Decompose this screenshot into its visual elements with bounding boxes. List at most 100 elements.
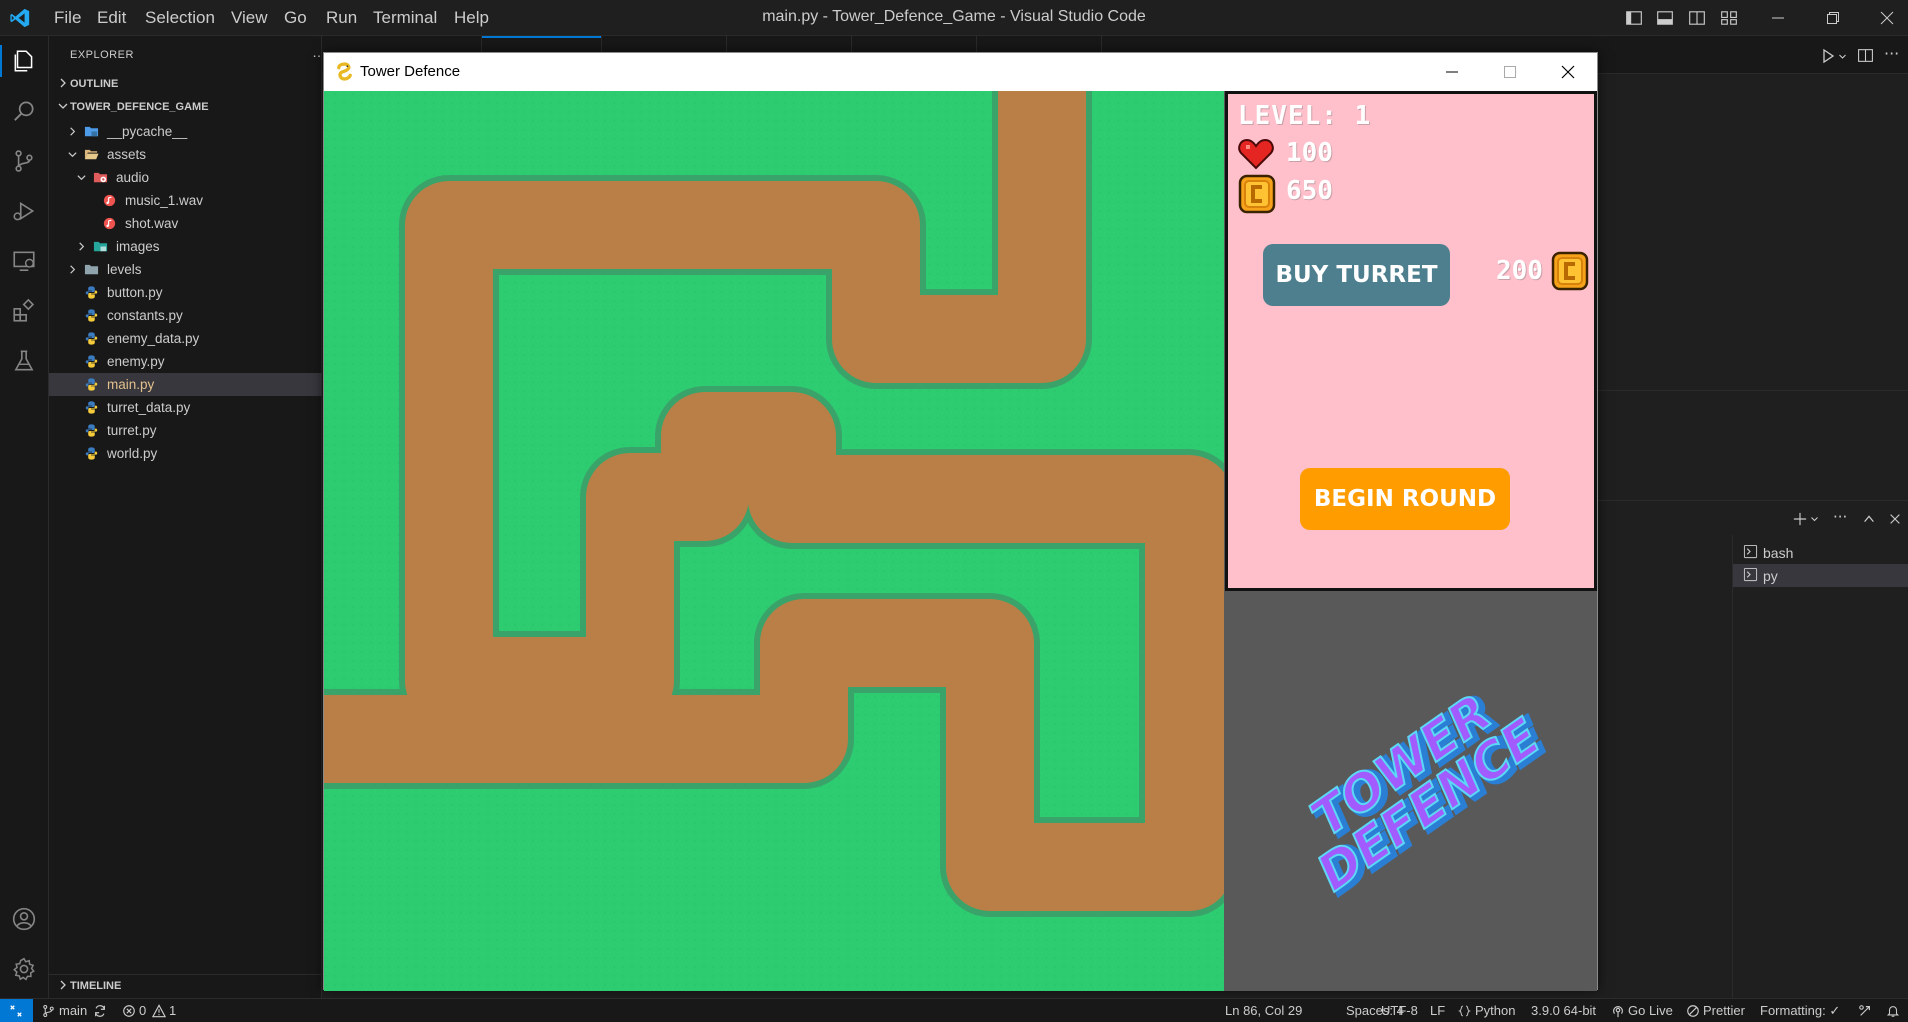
close-panel-icon[interactable]: [1888, 512, 1902, 526]
close-icon[interactable]: [1879, 10, 1895, 26]
sync-icon[interactable]: [93, 1004, 107, 1018]
status-bar: main 0 1 Ln 86, Col 29 Spaces: 4 UTF-8 L…: [0, 998, 1908, 1022]
feedback-icon[interactable]: [1858, 1004, 1872, 1018]
tree-item-audio[interactable]: audio: [49, 166, 322, 189]
tree-item-music[interactable]: music_1.wav: [49, 189, 322, 212]
terminal-name: bash: [1763, 545, 1794, 561]
tree-item-label: assets: [107, 147, 147, 162]
customize-layout-icon[interactable]: [1720, 9, 1738, 27]
python-file-icon: [85, 332, 98, 345]
accounts-icon[interactable]: [11, 906, 37, 932]
toggle-primary-sidebar-icon[interactable]: [1625, 9, 1643, 27]
close-icon[interactable]: [1560, 64, 1576, 80]
tree-item-label: __pycache__: [107, 124, 188, 139]
tree-item-main-py[interactable]: main.py: [49, 373, 322, 396]
new-terminal-icon[interactable]: [1793, 512, 1807, 526]
python-interpreter[interactable]: 3.9.0 64-bit: [1531, 1003, 1596, 1018]
game-map[interactable]: [324, 91, 1224, 991]
tree-item-pycache[interactable]: __pycache__: [49, 120, 322, 143]
tree-item-levels[interactable]: levels: [49, 258, 322, 281]
tree-item-world-py[interactable]: world.py: [49, 442, 322, 465]
chevron-down-icon: [68, 152, 77, 158]
maximize-panel-icon[interactable]: [1862, 512, 1876, 526]
menu-file[interactable]: File: [54, 8, 81, 28]
run-debug-icon[interactable]: [11, 198, 37, 224]
cursor-position[interactable]: Ln 86, Col 29: [1225, 1003, 1302, 1018]
info-panel: LEVEL: 1 100 650 BUY TURRET 200 BEGIN RO…: [1225, 91, 1597, 591]
turret-cost-text: 200: [1496, 256, 1543, 286]
toggle-panel-icon[interactable]: [1656, 9, 1674, 27]
language-mode[interactable]: Python: [1475, 1003, 1515, 1018]
remote-explorer-icon[interactable]: [11, 248, 37, 274]
go-live-button[interactable]: Go Live: [1628, 1003, 1673, 1018]
tree-item-enemy-data-py[interactable]: enemy_data.py: [49, 327, 322, 350]
timeline-section-header[interactable]: TIMELINE: [49, 974, 322, 996]
begin-round-button[interactable]: BEGIN ROUND: [1300, 468, 1510, 530]
menu-terminal[interactable]: Terminal: [373, 8, 437, 28]
restore-icon[interactable]: [1825, 10, 1841, 26]
tree-item-shot[interactable]: shot.wav: [49, 212, 322, 235]
search-icon[interactable]: [11, 98, 37, 124]
menu-run[interactable]: Run: [326, 8, 357, 28]
terminal-icon: [1743, 567, 1758, 582]
timeline-label: TIMELINE: [70, 980, 122, 992]
audio-file-icon: [103, 194, 116, 207]
audio-file-icon: [103, 217, 116, 230]
error-count[interactable]: 0: [139, 1003, 146, 1018]
tree-item-button-py[interactable]: button.py: [49, 281, 322, 304]
heart-icon: [1238, 138, 1274, 170]
terminal-item-bash[interactable]: bash: [1733, 541, 1908, 564]
menu-help[interactable]: Help: [454, 8, 489, 28]
game-window: Tower Defence LEVEL: 1 100 650 BUY TURRE…: [323, 52, 1598, 991]
end-of-line[interactable]: LF: [1430, 1003, 1445, 1018]
editor-more-actions[interactable]: ···: [1884, 44, 1899, 63]
notifications-bell-icon[interactable]: [1886, 1004, 1900, 1018]
menu-edit[interactable]: Edit: [97, 8, 126, 28]
tree-item-constants-py[interactable]: constants.py: [49, 304, 322, 327]
game-window-titlebar[interactable]: Tower Defence: [324, 53, 1597, 91]
activity-active-indicator: [0, 45, 2, 77]
git-branch-icon: [43, 1004, 54, 1018]
menu-go[interactable]: Go: [284, 8, 307, 28]
menu-view[interactable]: View: [231, 8, 268, 28]
source-control-icon[interactable]: [11, 148, 37, 174]
run-python-file-icon[interactable]: [1820, 48, 1836, 64]
tree-item-turret-py[interactable]: turret.py: [49, 419, 322, 442]
formatting-status[interactable]: Formatting: ✓: [1760, 1003, 1840, 1019]
minimize-icon[interactable]: [1770, 10, 1786, 26]
chevron-down-icon[interactable]: [1838, 52, 1847, 61]
vscode-titlebar: File Edit Selection View Go Run Terminal…: [0, 0, 1908, 36]
explorer-title: EXPLORER: [70, 49, 134, 61]
git-branch[interactable]: main: [59, 1003, 87, 1018]
manage-gear-icon[interactable]: [11, 956, 37, 982]
split-editor-icon[interactable]: [1857, 47, 1874, 64]
warning-count[interactable]: 1: [169, 1003, 176, 1018]
tree-item-images[interactable]: images: [49, 235, 322, 258]
tree-item-label: constants.py: [107, 308, 183, 323]
toggle-secondary-sidebar-icon[interactable]: [1688, 9, 1706, 27]
tree-item-label: images: [116, 239, 160, 254]
outline-section-header[interactable]: OUTLINE: [49, 73, 322, 95]
testing-icon[interactable]: [11, 348, 37, 374]
tree-item-turret-data-py[interactable]: turret_data.py: [49, 396, 322, 419]
project-label: TOWER_DEFENCE_GAME: [70, 101, 209, 113]
extensions-icon[interactable]: [11, 298, 37, 324]
folder-icon: [84, 264, 99, 275]
buy-turret-button[interactable]: BUY TURRET: [1263, 244, 1450, 306]
prettier-status[interactable]: Prettier: [1703, 1003, 1745, 1018]
coin-icon: [1551, 251, 1589, 291]
explorer-icon[interactable]: [11, 48, 37, 74]
health-text: 100: [1286, 138, 1333, 168]
remote-indicator[interactable]: [0, 999, 33, 1022]
folder-open-icon: [84, 149, 99, 160]
chevron-down-icon[interactable]: [1810, 512, 1819, 526]
maximize-icon[interactable]: [1502, 64, 1518, 80]
menu-selection[interactable]: Selection: [145, 8, 215, 28]
minimize-icon[interactable]: [1444, 64, 1460, 80]
tree-item-enemy-py[interactable]: enemy.py: [49, 350, 322, 373]
panel-more-actions[interactable]: ···: [1833, 508, 1847, 526]
project-section-header[interactable]: TOWER_DEFENCE_GAME: [49, 96, 322, 118]
terminal-item-py[interactable]: py: [1733, 564, 1908, 587]
tree-item-assets[interactable]: assets: [49, 143, 322, 166]
encoding[interactable]: UTF-8: [1381, 1003, 1418, 1018]
